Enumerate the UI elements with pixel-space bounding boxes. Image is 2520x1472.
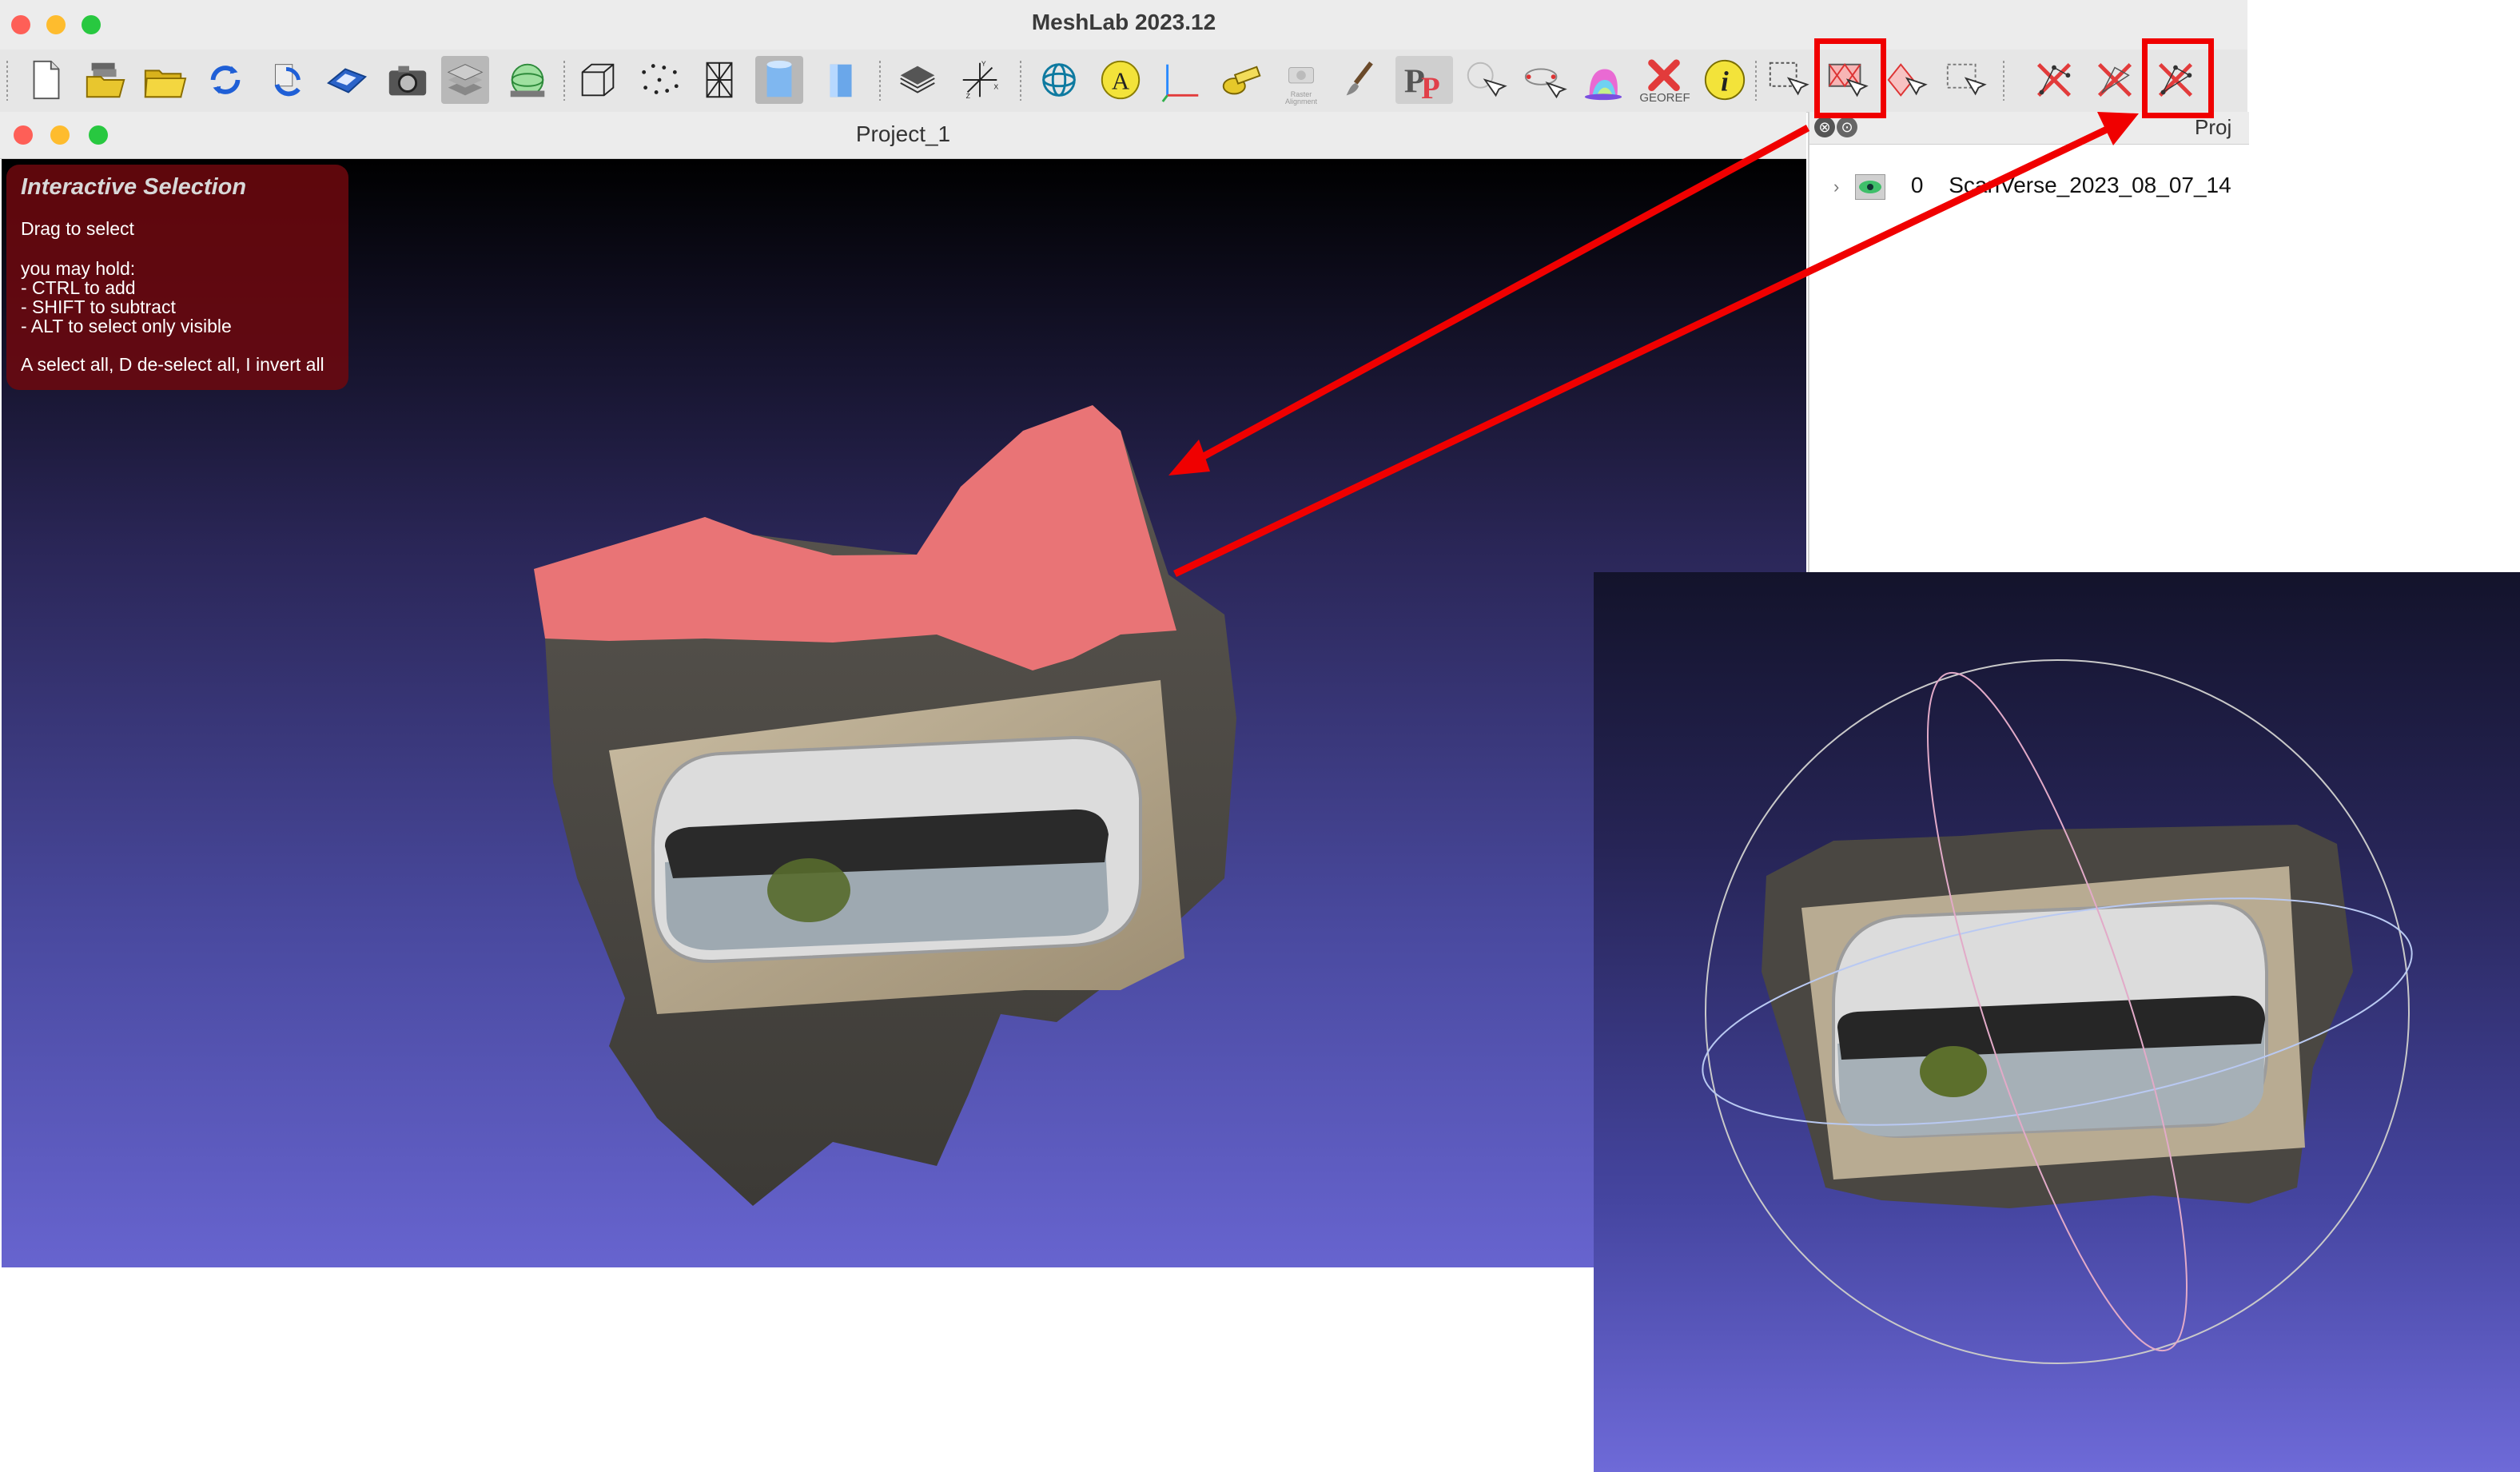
points-view-icon[interactable]	[635, 56, 683, 104]
globe-view-icon[interactable]	[504, 56, 551, 104]
info-icon[interactable]: i	[1701, 56, 1749, 104]
svg-text:X: X	[993, 83, 998, 91]
app-titlebar: MeshLab 2023.12	[0, 0, 2247, 50]
select-components-icon[interactable]	[1942, 56, 1990, 104]
help-line-shortcuts: A select all, D de-select all, I invert …	[21, 354, 324, 375]
delete-selected-vertices-icon[interactable]	[2030, 56, 2078, 104]
document-titlebar: Project_1	[0, 112, 1806, 159]
layer-row[interactable]: › 0 ScanVerse_2023_08_07_14	[1833, 173, 2231, 200]
help-line-ctrl: - CTRL to add	[21, 277, 136, 298]
svg-text:Y: Y	[981, 60, 986, 68]
panel-title: Interactive Selection	[21, 174, 247, 200]
highlight-box-select-faces	[1814, 38, 1886, 118]
layers-dialog-icon[interactable]	[441, 56, 489, 104]
inset-mesh-render	[1702, 659, 2413, 1364]
texture-grid-icon[interactable]	[894, 56, 942, 104]
app-title: MeshLab 2023.12	[1031, 10, 1216, 34]
georef-caption: GEOREF	[1639, 91, 1690, 105]
snapshot-icon[interactable]	[384, 56, 432, 104]
help-line-alt: - ALT to select only visible	[21, 316, 232, 336]
document-title: Project_1	[855, 121, 951, 146]
flat-shading-icon[interactable]	[755, 56, 803, 104]
measure-tool-icon[interactable]	[1216, 56, 1264, 104]
pick-mesh-points-icon[interactable]	[1461, 56, 1509, 104]
inset-plant-patch	[1920, 1046, 1987, 1097]
layers-panel: ⊗ ⊙ Proj › 0 ScanVerse_2023_08_07_14	[1808, 112, 2249, 575]
bounding-box-icon[interactable]	[574, 56, 622, 104]
reload-all-icon[interactable]	[264, 56, 312, 104]
axes-view-icon[interactable]: Y X Z	[956, 56, 1004, 104]
new-project-icon[interactable]	[22, 56, 70, 104]
svg-text:Z: Z	[966, 92, 971, 100]
layers-panel-title: Proj	[2195, 115, 2232, 139]
annotation-icon[interactable]: A	[1097, 56, 1145, 104]
layer-index: 0	[1910, 173, 1924, 197]
svg-text:A: A	[1112, 67, 1130, 95]
align-tool-icon[interactable]	[1520, 56, 1568, 104]
expand-chevron-icon[interactable]: ›	[1833, 177, 1839, 197]
save-icon[interactable]	[323, 56, 371, 104]
mesh-plant-patch	[767, 858, 850, 922]
select-connected-icon[interactable]	[1883, 56, 1931, 104]
panel-undock-icon[interactable]: ⊗	[1814, 117, 1835, 137]
layer-visibility-eye-icon[interactable]	[1855, 173, 1886, 200]
result-inset-viewport	[1594, 572, 2520, 1472]
paint-brush-icon[interactable]	[1336, 56, 1384, 104]
trackball-icon[interactable]	[1035, 56, 1083, 104]
reload-icon[interactable]	[201, 56, 249, 104]
panel-float-icon[interactable]: ⊙	[1837, 117, 1857, 137]
interactive-selection-panel: Interactive Selection Drag to select you…	[6, 165, 348, 390]
open-project-icon[interactable]	[82, 56, 129, 104]
help-line-hold: you may hold:	[21, 258, 136, 279]
open-mesh-icon[interactable]	[140, 56, 188, 104]
delete-selected-faces-icon[interactable]	[2091, 56, 2139, 104]
help-line-drag: Drag to select	[21, 218, 134, 239]
layer-name: ScanVerse_2023_08_07_14	[1949, 173, 2231, 197]
help-line-shift: - SHIFT to subtract	[21, 296, 176, 317]
main-toolbar: Y X Z A Raster Alignment PP GEOREF i	[0, 50, 2247, 113]
smooth-shading-icon[interactable]	[817, 56, 865, 104]
highlight-box-delete-faces	[2142, 38, 2214, 118]
mesh-selected-region	[534, 405, 1176, 670]
pick-points-icon[interactable]: PP	[1395, 56, 1453, 104]
color-mesh-icon[interactable]	[1579, 56, 1627, 104]
wireframe-view-icon[interactable]	[695, 56, 743, 104]
svg-text:i: i	[1721, 66, 1729, 97]
svg-text:P: P	[1421, 72, 1440, 103]
select-vertices-rect-icon[interactable]	[1765, 56, 1813, 104]
raster-alignment-caption: Raster Alignment	[1284, 90, 1318, 105]
measure-axes-icon[interactable]	[1157, 56, 1205, 104]
